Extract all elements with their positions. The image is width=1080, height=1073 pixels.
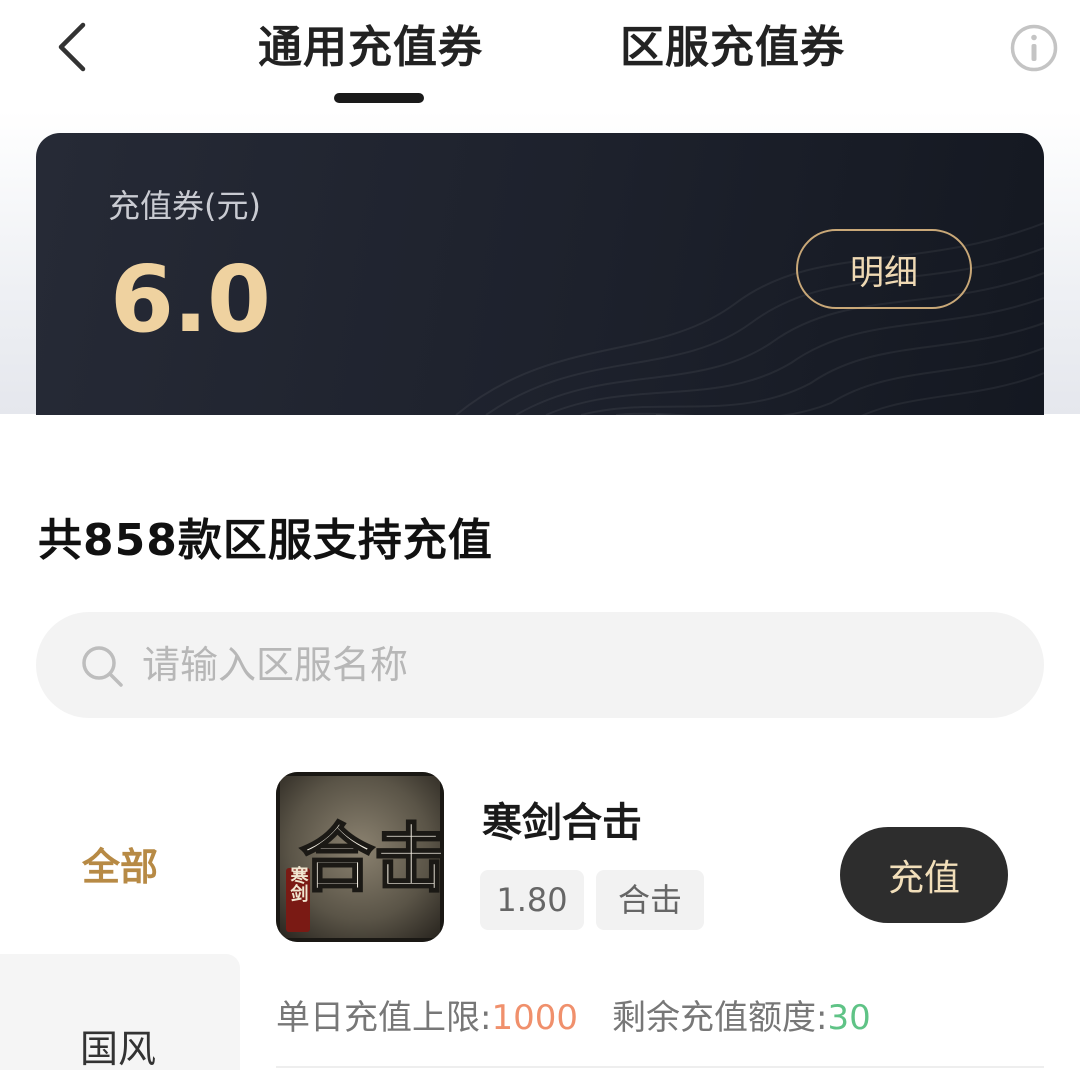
remaining-quota-label: 剩余充值额度: xyxy=(612,998,828,1038)
server-search-input[interactable] xyxy=(142,612,1002,718)
info-icon xyxy=(1010,24,1058,72)
balance-card: 充值券(元) 6.0 明细 xyxy=(36,133,1044,415)
divider xyxy=(276,1066,1044,1068)
active-tab-indicator xyxy=(334,93,424,103)
daily-limit-label: 单日充值上限: xyxy=(276,998,492,1038)
detail-button[interactable]: 明细 xyxy=(796,229,972,309)
recharge-limit-row: 单日充值上限:1000 剩余充值额度:30 xyxy=(276,990,871,1039)
info-button[interactable] xyxy=(1008,22,1060,74)
game-icon-subtitle-text: 寒剑 xyxy=(288,865,310,903)
game-icon-title-text: 合击 xyxy=(300,816,444,902)
voucher-balance-label: 充值券(元) xyxy=(108,187,261,225)
search-icon xyxy=(82,646,123,687)
voucher-balance-amount: 6.0 xyxy=(110,246,271,353)
back-button[interactable] xyxy=(40,14,104,80)
server-count-title: 共858款区服支持充值 xyxy=(38,515,493,566)
sidebar-item-label: 国风 xyxy=(80,1027,157,1071)
tab-server-voucher[interactable]: 区服充值券 xyxy=(620,18,845,78)
remaining-quota-value: 30 xyxy=(827,998,871,1038)
game-name: 寒剑合击 xyxy=(482,800,642,846)
daily-limit-value: 1000 xyxy=(491,998,578,1038)
search-bar xyxy=(36,612,1044,718)
game-icon[interactable]: 合击 寒剑 xyxy=(276,772,444,942)
tab-general-voucher[interactable]: 通用充值券 xyxy=(258,18,483,78)
recharge-button[interactable]: 充值 xyxy=(840,827,1008,923)
top-nav: 通用充值券 区服充值券 xyxy=(0,0,1080,110)
chevron-left-icon xyxy=(58,22,86,72)
game-version-tag: 1.80 xyxy=(480,870,584,930)
sidebar-item-guofeng[interactable]: 国风 xyxy=(0,954,240,1071)
sidebar-item-all[interactable]: 全部 xyxy=(0,812,240,922)
game-type-tag: 合击 xyxy=(596,870,704,930)
